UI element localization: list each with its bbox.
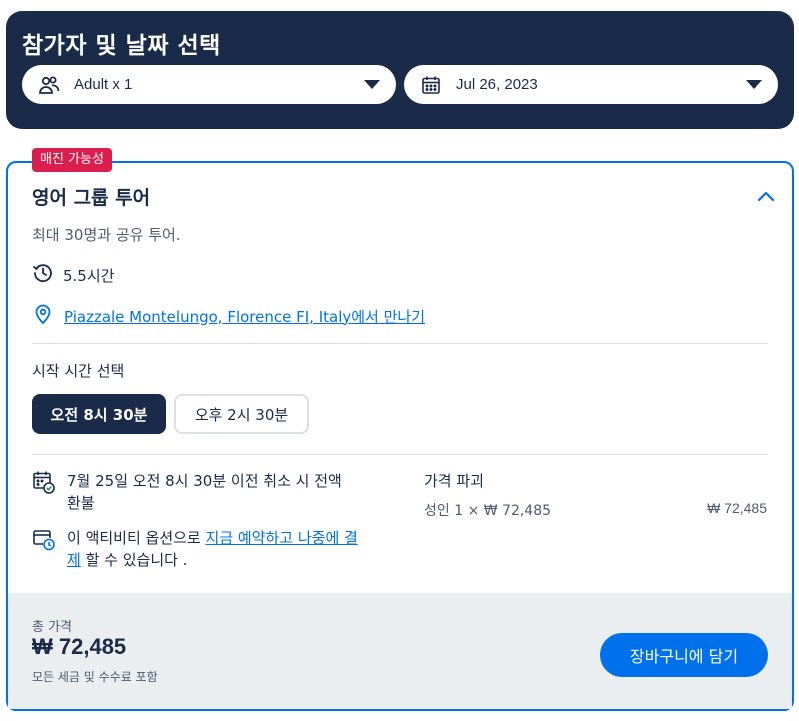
reserve-prefix: 이 액티비티 옵션으로 xyxy=(67,529,206,547)
option-description: 최대 30명과 공유 투어. xyxy=(32,226,181,244)
chevron-down-icon xyxy=(746,80,762,89)
duration-text: 5.5시간 xyxy=(63,266,115,285)
reserve-now-text: 이 액티비티 옵션으로 지금 예약하고 나중에 결제 할 수 있습니다 . xyxy=(67,527,359,571)
reserve-suffix: 할 수 있습니다 . xyxy=(80,551,188,569)
travelers-value: Adult x 1 xyxy=(74,76,133,93)
traveler-date-panel: 참가자 및 날짜 선택 Adult x 1 Jul 26, 2023 xyxy=(6,11,794,129)
time-slot-1430[interactable]: 오후 2시 30분 xyxy=(174,394,309,434)
chevron-up-icon[interactable] xyxy=(754,186,778,206)
reserve-now-row: 이 액티비티 옵션으로 지금 예약하고 나중에 결제 할 수 있습니다 . xyxy=(32,527,359,571)
divider xyxy=(32,343,768,344)
people-icon xyxy=(38,74,60,96)
total-price-label: 총 가격 xyxy=(32,620,73,635)
panel-title: 참가자 및 날짜 선택 xyxy=(22,33,221,59)
price-breakdown-line: 성인 1 × ₩ 72,485 xyxy=(424,503,552,519)
location-pin-icon xyxy=(32,303,54,329)
price-breakdown-heading: 가격 파괴 xyxy=(424,472,484,490)
time-slot-0830[interactable]: 오전 8시 30분 xyxy=(32,394,166,434)
travelers-select[interactable]: Adult x 1 xyxy=(22,65,396,104)
duration-row: 5.5시간 xyxy=(32,262,114,288)
divider xyxy=(32,454,768,455)
start-time-label: 시작 시간 선택 xyxy=(32,362,125,380)
meeting-point-suffix[interactable]: 에서 만나기 xyxy=(351,308,425,326)
cancellation-policy-row: 7월 25일 오전 8시 30분 이전 취소 시 전액 환불 xyxy=(32,470,359,514)
meeting-point-link[interactable]: Piazzale Montelungo, Florence FI, Italy에… xyxy=(64,306,425,327)
total-price-value: ₩ 72,485 xyxy=(32,634,127,659)
calendar-icon xyxy=(420,74,442,96)
total-price-note: 모든 세금 및 수수료 포함 xyxy=(32,670,158,684)
meeting-point-row: Piazzale Montelungo, Florence FI, Italy에… xyxy=(32,303,425,329)
price-breakdown-amount: ₩ 72,485 xyxy=(707,500,767,516)
likely-to-sell-out-badge: 매진 가능성 xyxy=(32,148,112,172)
add-to-cart-button[interactable]: 장바구니에 담기 xyxy=(600,633,768,677)
chevron-down-icon xyxy=(364,80,380,89)
calendar-check-icon xyxy=(32,470,56,494)
date-select[interactable]: Jul 26, 2023 xyxy=(404,65,778,104)
calendar-clock-icon xyxy=(32,527,56,551)
clock-history-icon xyxy=(32,262,54,288)
date-value: Jul 26, 2023 xyxy=(456,76,538,93)
meeting-point-address[interactable]: Piazzale Montelungo, Florence FI, Italy xyxy=(64,308,351,326)
cancellation-text: 7월 25일 오전 8시 30분 이전 취소 시 전액 환불 xyxy=(67,472,342,512)
option-title: 영어 그룹 투어 xyxy=(32,187,151,209)
